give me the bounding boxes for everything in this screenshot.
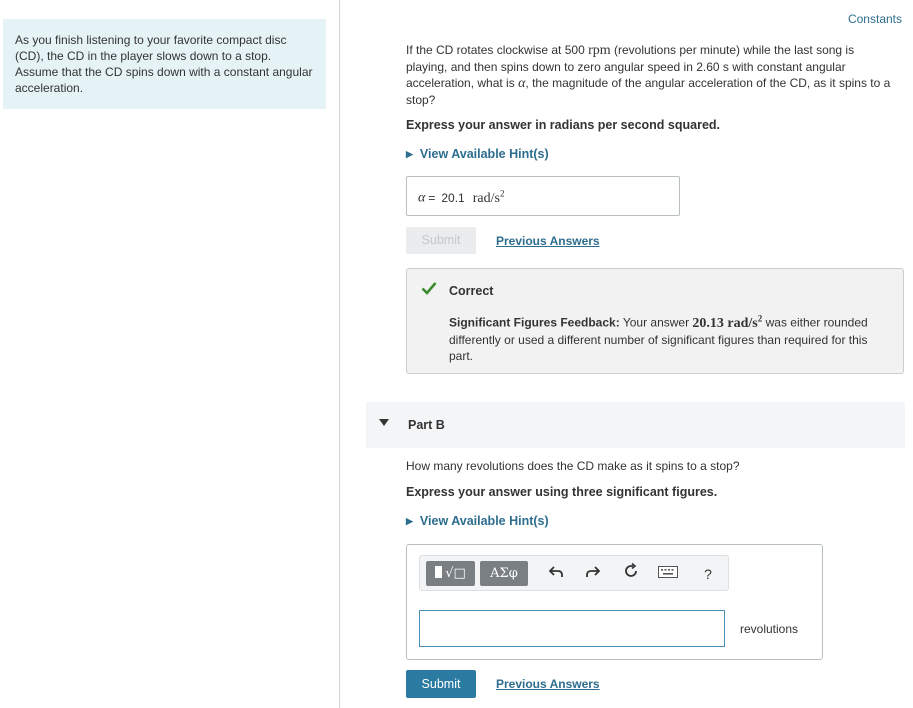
help-icon[interactable]: ?	[697, 563, 719, 585]
part-a-hint-toggle[interactable]: ▶ View Available Hint(s)	[406, 147, 549, 161]
units-label: revolutions	[740, 622, 799, 636]
hint-label: View Available Hint(s)	[419, 514, 549, 528]
triangle-right-icon: ▶	[406, 149, 413, 159]
redo-icon[interactable]	[582, 563, 604, 585]
part-a-feedback-box: Correct Significant Figures Feedback: Yo…	[406, 268, 904, 374]
answer-value: 20.1	[441, 190, 465, 205]
rpm-unit: rpm	[588, 43, 611, 58]
feedback-text: Significant Figures Feedback: Your answe…	[449, 313, 868, 363]
part-b-submit-button[interactable]: Submit	[406, 670, 476, 698]
part-b-header[interactable]: Part B	[366, 402, 905, 448]
part-b-instruction: Express your answer using three signific…	[406, 485, 718, 499]
part-a-answer-box: α = 20.1 rad/s2	[406, 176, 680, 216]
question-text: If the CD rotates clockwise at 500	[406, 43, 589, 57]
part-b-answer-editor: √□ ΑΣφ ? revolutions	[406, 544, 823, 660]
part-a-previous-answers-link[interactable]: Previous Answers	[496, 234, 600, 248]
problem-intro-panel: As you finish listening to your favorite…	[3, 19, 326, 109]
part-a-instruction: Express your answer in radians per secon…	[406, 118, 721, 132]
caret-down-icon[interactable]	[379, 419, 389, 426]
feedback-status: Correct	[449, 284, 494, 298]
part-b-title: Part B	[408, 418, 445, 432]
symbols-button[interactable]: ΑΣφ	[480, 561, 528, 586]
triangle-right-icon: ▶	[406, 516, 413, 526]
answer-equals: =	[428, 190, 436, 205]
part-b-hint-toggle[interactable]: ▶ View Available Hint(s)	[406, 514, 549, 528]
template-block-icon	[435, 566, 443, 578]
part-a-submit-button: Submit	[406, 227, 476, 254]
part-b-previous-answers-link[interactable]: Previous Answers	[496, 677, 600, 691]
feedback-title: Significant Figures Feedback:	[449, 315, 620, 330]
revolutions-input[interactable]	[419, 610, 725, 647]
answer-variable: α	[418, 190, 426, 206]
templates-button[interactable]: √□	[426, 561, 475, 586]
constants-link[interactable]: Constants	[848, 12, 902, 26]
answer-unit: rad/s2	[472, 188, 505, 206]
panel-divider	[339, 0, 340, 708]
hint-label: View Available Hint(s)	[419, 147, 549, 161]
keyboard-icon[interactable]	[657, 563, 679, 585]
reset-icon[interactable]	[620, 562, 642, 585]
undo-icon[interactable]	[545, 563, 567, 585]
math-toolbar: √□ ΑΣφ ?	[419, 555, 729, 591]
part-a-question: If the CD rotates clockwise at 500 rpm (…	[406, 42, 898, 108]
feedback-answer: 20.13 rad/s2	[692, 313, 763, 331]
problem-intro-text: As you finish listening to your favorite…	[15, 33, 313, 95]
part-b-question: How many revolutions does the CD make as…	[406, 459, 740, 473]
checkmark-icon	[421, 282, 437, 295]
